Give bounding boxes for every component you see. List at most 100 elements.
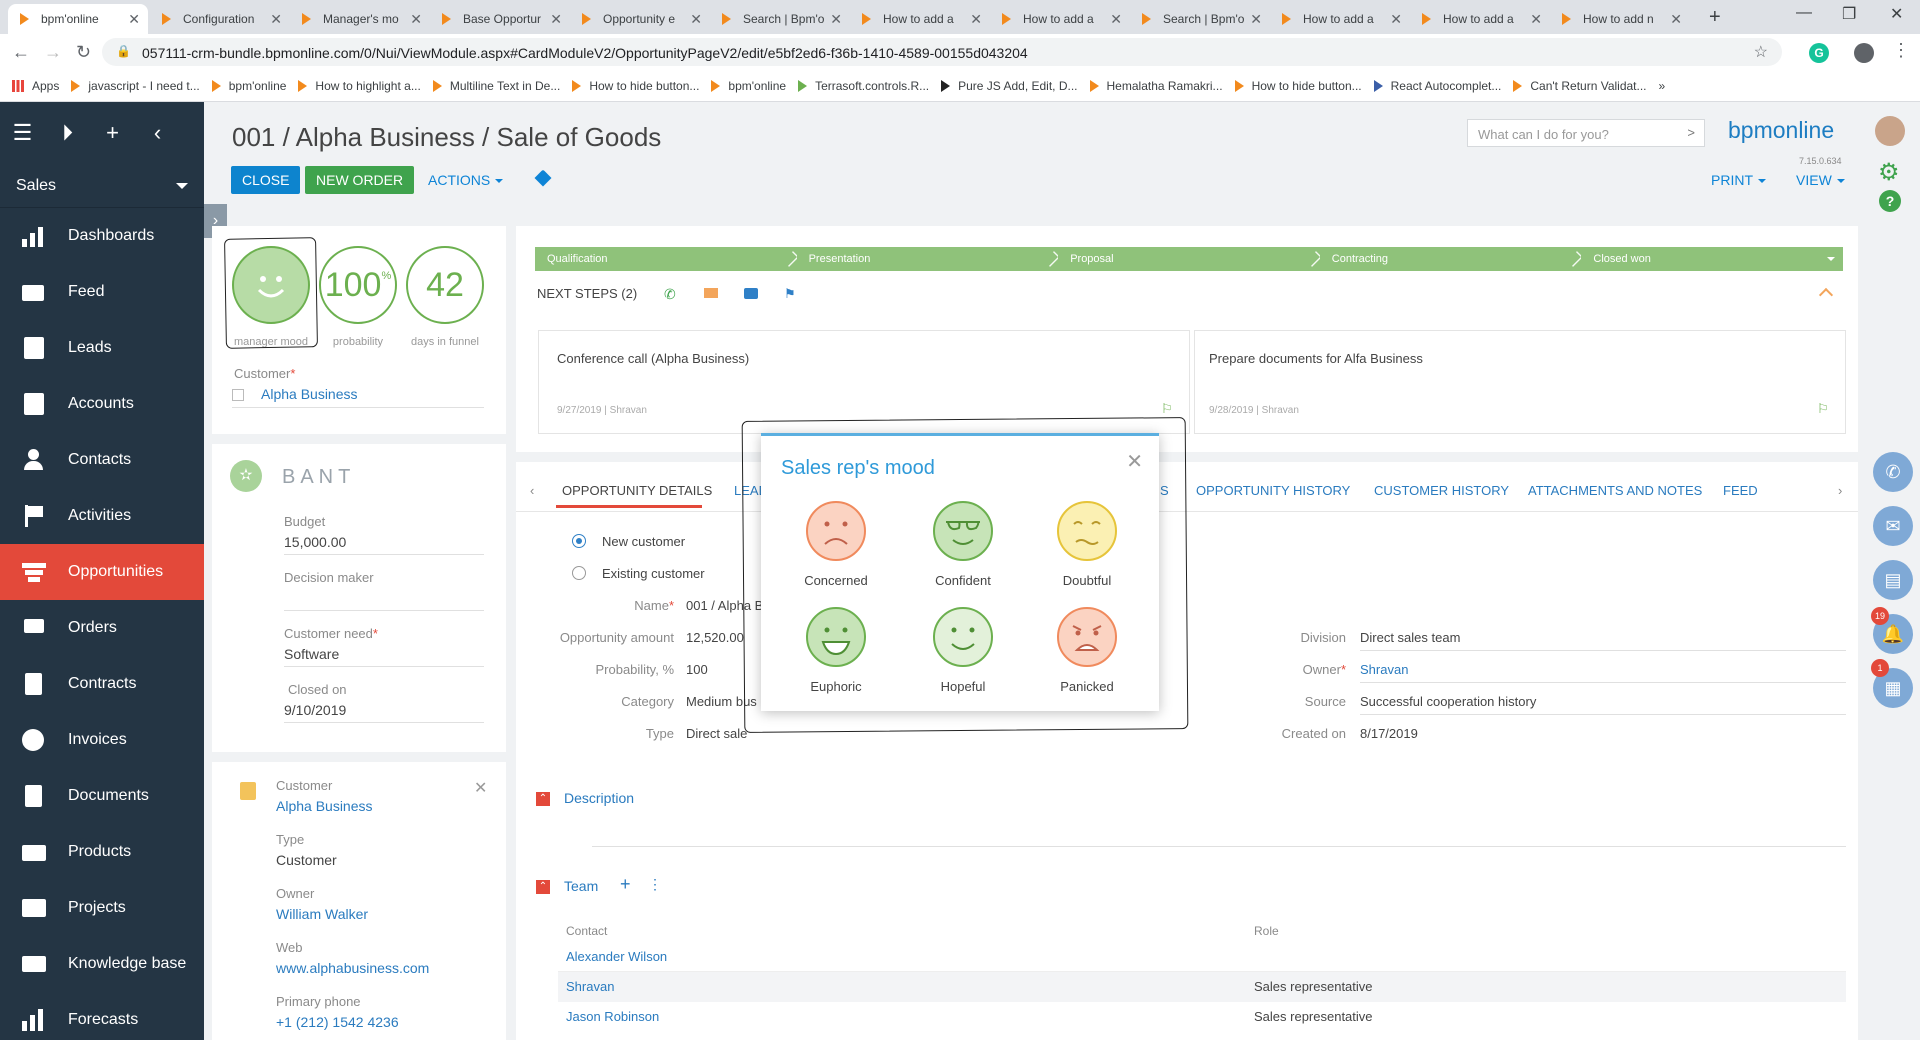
forward-icon[interactable]: → — [44, 42, 62, 63]
team-section-title[interactable]: Team — [564, 878, 598, 894]
browser-tab[interactable]: How to add n ✕ — [1550, 4, 1690, 34]
bookmark-item[interactable]: Can't Return Validat... — [1513, 79, 1647, 93]
customer-link[interactable]: Alpha Business — [261, 386, 358, 402]
nav-item-dashboards[interactable]: Dashboards — [0, 208, 204, 264]
nav-item-leads[interactable]: Leads — [0, 320, 204, 376]
nav-item-contacts[interactable]: Contacts — [0, 432, 204, 488]
phone-icon[interactable]: ✆ — [1873, 452, 1913, 492]
close-tab-icon[interactable]: ✕ — [830, 11, 842, 28]
email-icon[interactable] — [704, 288, 718, 298]
browser-tab[interactable]: Opportunity e ✕ — [570, 4, 710, 34]
collapse-description-icon[interactable]: ⌃ — [536, 792, 550, 806]
tab-attachments-and-notes[interactable]: ATTACHMENTS AND NOTES — [1528, 483, 1702, 498]
tab-customer-history[interactable]: CUSTOMER HISTORY — [1374, 483, 1509, 498]
collapse-team-icon[interactable]: ⌃ — [536, 880, 550, 894]
print-menu-button[interactable]: PRINT — [1711, 172, 1766, 188]
existing-customer-radio[interactable] — [572, 566, 586, 580]
nav-item-orders[interactable]: Orders — [0, 600, 204, 656]
actions-menu-button[interactable]: ACTIONS — [428, 172, 504, 188]
tab-opportunity-details[interactable]: OPPORTUNITY DETAILS — [562, 483, 712, 498]
description-section-title[interactable]: Description — [564, 790, 634, 806]
table-row[interactable]: Jason Robinson Sales representative — [558, 1002, 1846, 1032]
scroll-left-icon[interactable]: ‹ — [530, 483, 534, 498]
close-tab-icon[interactable]: ✕ — [690, 11, 702, 28]
bookmark-item[interactable]: Terrasoft.controls.R... — [798, 79, 929, 93]
hamburger-menu-icon[interactable]: ☰ — [12, 119, 33, 147]
web-link[interactable]: www.alphabusiness.com — [276, 960, 429, 976]
table-row[interactable]: Shravan Sales representative — [558, 972, 1846, 1002]
mood-option-doubtful[interactable]: Doubtful — [1042, 500, 1132, 588]
stage-contracting[interactable]: Contracting — [1319, 247, 1584, 271]
mood-option-euphoric[interactable]: Euphoric — [791, 606, 881, 694]
new-order-button[interactable]: NEW ORDER — [305, 166, 415, 194]
nav-item-accounts[interactable]: Accounts — [0, 376, 204, 432]
browser-tab[interactable]: How to add a ✕ — [990, 4, 1130, 34]
bookmark-star-icon[interactable]: ☆ — [1754, 42, 1768, 62]
nav-item-activities[interactable]: Activities — [0, 488, 204, 544]
nav-item-projects[interactable]: Projects — [0, 880, 204, 936]
close-icon[interactable]: ✕ — [474, 778, 487, 798]
phone-link[interactable]: +1 (212) 1542 4236 — [276, 1014, 399, 1030]
new-customer-radio[interactable] — [572, 534, 586, 548]
bookmark-item[interactable]: How to hide button... — [1234, 79, 1362, 93]
type-field-value[interactable]: Direct sale — [686, 726, 747, 741]
amount-value[interactable]: 12,520.00 — [686, 630, 744, 645]
tab-opportunity-history[interactable]: OPPORTUNITY HISTORY — [1196, 483, 1350, 498]
bookmark-item[interactable]: Pure JS Add, Edit, D... — [941, 79, 1078, 93]
add-icon[interactable]: + — [102, 119, 123, 147]
settings-gear-icon[interactable]: ⚙ — [1878, 158, 1900, 187]
browser-tab[interactable]: Configuration ✕ — [150, 4, 290, 34]
owner-link[interactable]: William Walker — [276, 906, 368, 922]
url-field[interactable]: 🔒 057111-crm-bundle.bpmonline.com/0/Nui/… — [102, 38, 1782, 66]
close-tab-icon[interactable]: ✕ — [270, 11, 282, 28]
new-tab-icon[interactable]: + — [1709, 6, 1721, 29]
browser-tab[interactable]: Search | Bpm'o ✕ — [1130, 4, 1270, 34]
close-tab-icon[interactable]: ✕ — [410, 11, 422, 28]
close-tab-icon[interactable]: ✕ — [1250, 11, 1262, 28]
browser-menu-icon[interactable]: ⋮ — [1892, 40, 1910, 61]
workspace-selector[interactable]: Sales — [0, 164, 204, 208]
browser-tab[interactable]: Search | Bpm'o ✕ — [710, 4, 850, 34]
tab-feed[interactable]: FEED — [1723, 483, 1758, 498]
close-button[interactable]: CLOSE — [231, 166, 301, 194]
help-icon[interactable]: ? — [1879, 190, 1901, 212]
restore-icon[interactable]: ❐ — [1842, 4, 1856, 24]
command-line-input[interactable]: What can I do for you? > — [1467, 119, 1705, 147]
profile-avatar-icon[interactable] — [1854, 43, 1874, 63]
call-icon[interactable]: ✆ — [664, 286, 676, 303]
bookmark-item[interactable]: Hemalatha Ramakri... — [1089, 79, 1223, 93]
flag-icon[interactable]: ⚐ — [1161, 401, 1173, 417]
close-icon[interactable]: ✕ — [1126, 449, 1143, 474]
nav-item-documents[interactable]: Documents — [0, 768, 204, 824]
browser-tab[interactable]: How to add a ✕ — [1270, 4, 1410, 34]
nav-item-knowledge-base[interactable]: Knowledge base — [0, 936, 204, 992]
decision-maker-field[interactable] — [284, 610, 484, 611]
bookmark-item[interactable]: React Autocomplet... — [1373, 79, 1501, 93]
email-icon[interactable]: ✉ — [1873, 506, 1913, 546]
scroll-right-icon[interactable]: › — [1838, 483, 1842, 498]
mood-option-confident[interactable]: Confident — [918, 500, 1008, 588]
customer-need-value[interactable]: Software — [284, 646, 339, 662]
browser-tab[interactable]: How to add a ✕ — [1410, 4, 1550, 34]
source-value[interactable]: Successful cooperation history — [1360, 694, 1536, 709]
description-field[interactable] — [592, 846, 1846, 847]
division-value[interactable]: Direct sales team — [1360, 630, 1460, 645]
collapse-left-icon[interactable]: ‹ — [147, 119, 168, 147]
owner-field-link[interactable]: Shravan — [1360, 662, 1408, 677]
nav-item-opportunities[interactable]: Opportunities — [0, 544, 204, 600]
user-avatar[interactable] — [1875, 116, 1905, 146]
browser-tab[interactable]: bpm'online ✕ — [8, 4, 148, 34]
bookmark-item[interactable]: bpm'online — [211, 79, 286, 93]
minimize-icon[interactable]: — — [1796, 4, 1812, 22]
more-bookmarks-icon[interactable]: » — [1659, 79, 1666, 93]
add-team-member-icon[interactable]: + — [620, 874, 631, 895]
nav-item-products[interactable]: Products — [0, 824, 204, 880]
close-tab-icon[interactable]: ✕ — [1390, 11, 1402, 28]
browser-tab[interactable]: Base Opportur ✕ — [430, 4, 570, 34]
stage-presentation[interactable]: Presentation — [796, 247, 1061, 271]
bookmark-item[interactable]: Multiline Text in De... — [432, 79, 560, 93]
bookmark-item[interactable]: bpm'online — [711, 79, 786, 93]
task-flag-icon[interactable]: ⚑ — [784, 286, 796, 302]
bookmark-item[interactable]: How to hide button... — [572, 79, 699, 93]
nav-item-invoices[interactable]: Invoices — [0, 712, 204, 768]
